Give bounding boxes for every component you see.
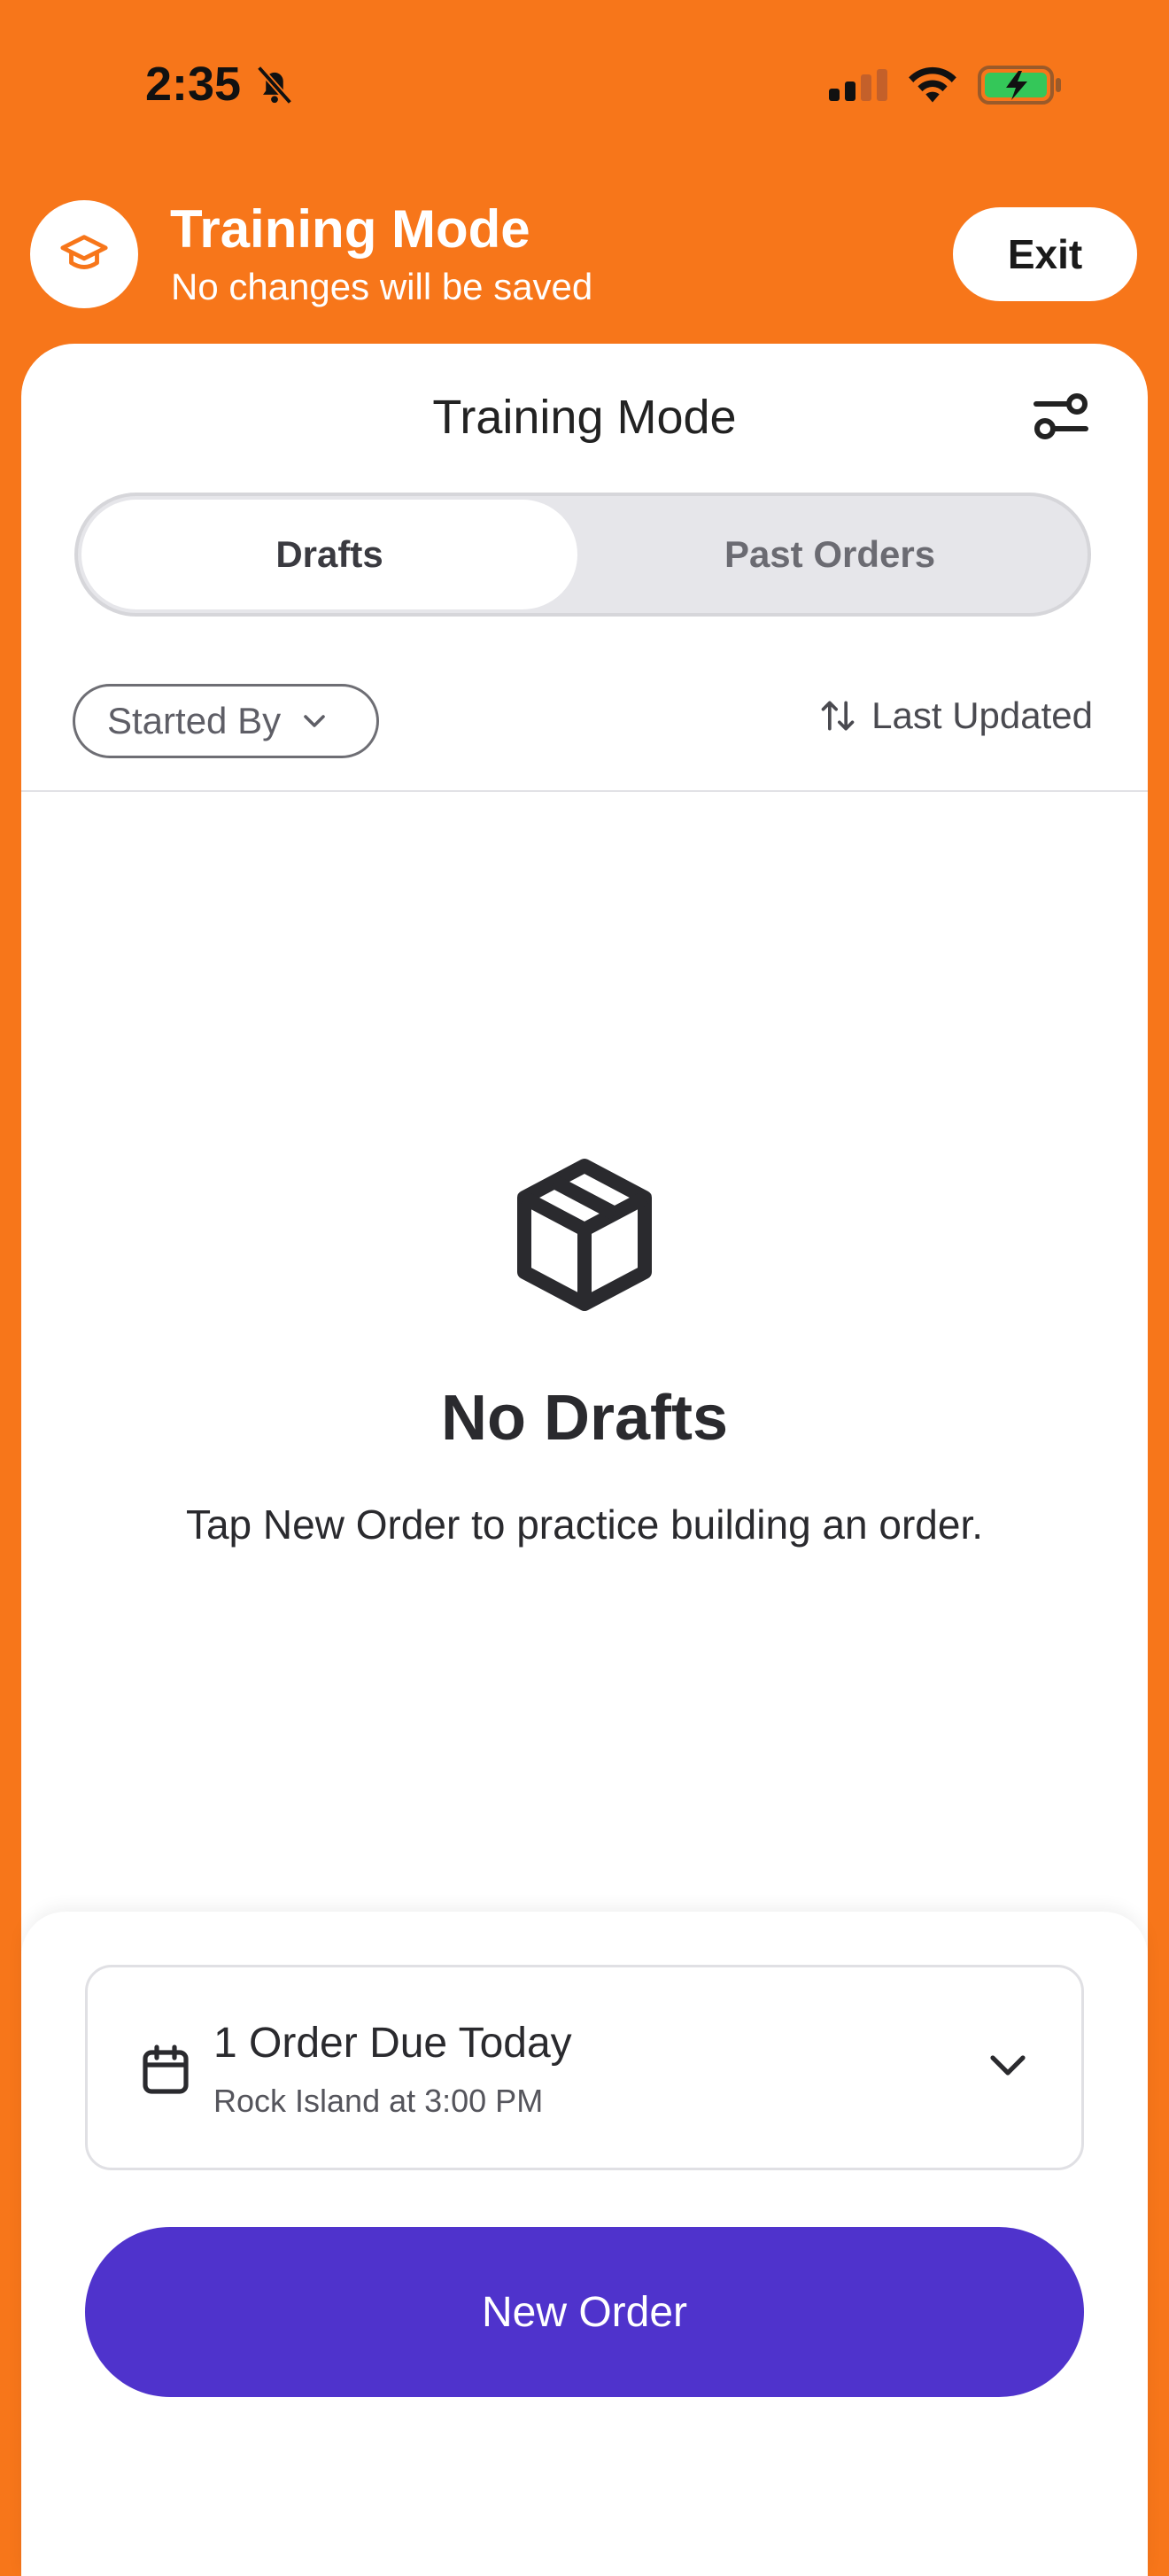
sort-arrows-icon [821,701,855,731]
segmented-control: Drafts Past Orders [74,493,1091,617]
exit-button[interactable]: Exit [953,207,1137,301]
empty-state-message: Tap New Order to practice building an or… [185,1501,984,1548]
training-badge [30,200,138,308]
new-order-button[interactable]: New Order [85,2227,1084,2397]
bell-slash-icon [256,65,293,105]
chevron-down-icon [304,715,325,727]
package-box-icon [517,1159,652,1311]
status-time: 2:35 [145,58,242,111]
sort-label: Last Updated [871,694,1093,736]
bottom-panel: 1 Order Due Today Rock Island at 3:00 PM… [21,1912,1148,2576]
tab-past-orders[interactable]: Past Orders [579,500,1080,609]
page-title: Training Mode [432,391,737,444]
due-subtitle: Rock Island at 3:00 PM [213,2083,544,2119]
chevron-down-icon[interactable] [987,2052,1028,2079]
calendar-icon [143,2045,189,2094]
divider [21,790,1148,792]
battery-charging-icon [978,66,1061,105]
graduation-cap-icon [60,235,108,269]
sort-button[interactable]: Last Updated [818,694,1093,737]
empty-state-title: No Drafts [440,1383,729,1454]
status-bar: 2:35 [0,0,1169,168]
filter-sliders-icon[interactable] [1033,390,1089,443]
cellular-signal-icon [829,69,887,101]
banner-title: Training Mode [170,199,530,259]
started-by-filter[interactable]: Started By [73,684,379,758]
started-by-label: Started By [107,700,282,741]
wifi-icon [909,66,956,103]
orders-due-card[interactable]: 1 Order Due Today Rock Island at 3:00 PM [85,1965,1084,2170]
due-title: 1 Order Due Today [213,2020,572,2067]
tab-drafts[interactable]: Drafts [81,500,577,609]
training-mode-banner: Training Mode No changes will be saved E… [0,195,1169,345]
banner-subtitle: No changes will be saved [171,266,593,307]
